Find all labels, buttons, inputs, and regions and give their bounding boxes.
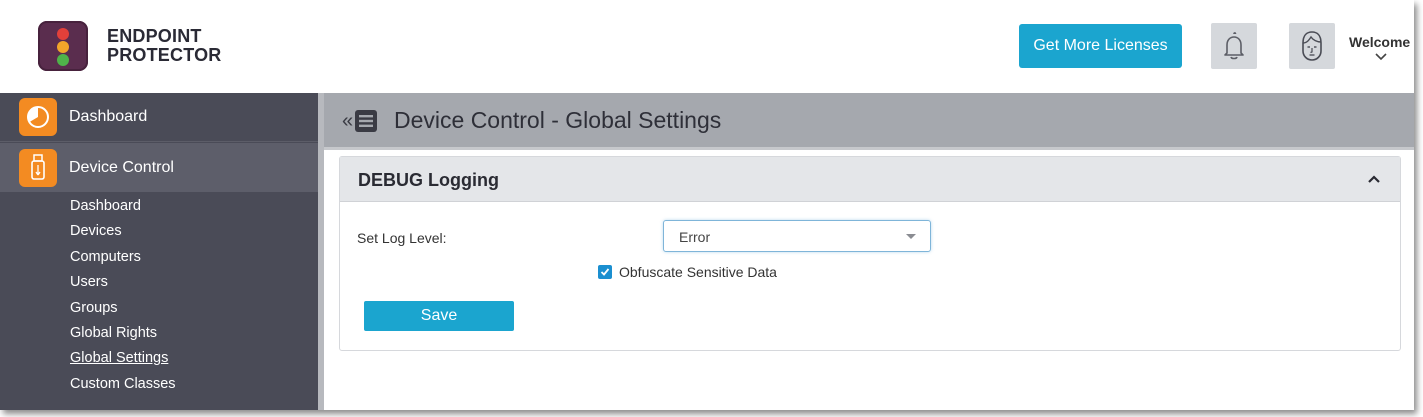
submenu-item-label: Global Rights <box>70 324 158 341</box>
logo-red-light <box>57 28 69 40</box>
obfuscate-label: Obfuscate Sensitive Data <box>619 264 777 280</box>
sidebar-item-dashboard[interactable]: Dashboard <box>0 93 318 142</box>
endpoint-protector-logo[interactable] <box>38 21 88 71</box>
submenu-item-custom-classes[interactable]: Custom Classes <box>0 372 318 397</box>
submenu-item-label: Global Settings <box>70 350 169 367</box>
device-control-submenu: Dashboard Devices Computers Users Groups… <box>0 194 318 397</box>
submenu-item-global-settings[interactable]: Global Settings <box>0 346 318 371</box>
submenu-item-groups[interactable]: Groups <box>0 296 318 321</box>
panel-title: DEBUG Logging <box>358 170 499 190</box>
save-button[interactable]: Save <box>364 301 514 331</box>
log-level-label: Set Log Level: <box>357 230 447 246</box>
submenu-item-label: Users <box>70 274 108 291</box>
log-level-value: Error <box>679 229 711 245</box>
submenu-item-global-rights[interactable]: Global Rights <box>0 321 318 346</box>
obfuscate-sensitive-data-option[interactable]: Obfuscate Sensitive Data <box>598 264 777 280</box>
chevron-down-icon[interactable] <box>1374 52 1388 62</box>
submenu-item-label: Devices <box>70 223 122 240</box>
dashboard-pie-icon <box>19 98 57 136</box>
page-title-bar: « Device Control - Global Settings <box>324 93 1414 150</box>
submenu-item-label: Computers <box>70 248 141 265</box>
sidebar-item-device-control[interactable]: Device Control <box>0 143 318 192</box>
brand-name: ENDPOINT PROTECTOR <box>107 27 221 65</box>
hamburger-menu-icon <box>355 110 378 132</box>
avatar-icon <box>1302 31 1322 61</box>
obfuscate-checkbox[interactable] <box>598 265 612 279</box>
sidebar: Dashboard Device Control Dashboard Devic… <box>0 93 318 410</box>
log-level-select[interactable]: Error <box>663 220 931 252</box>
collapse-sidebar-button[interactable]: « <box>342 109 378 133</box>
usb-drive-icon <box>19 148 57 187</box>
panel-header: DEBUG Logging <box>340 157 1400 202</box>
submenu-item-label: Custom Classes <box>70 375 176 392</box>
submenu-item-label: Dashboard <box>70 198 141 214</box>
sidebar-item-label: Device Control <box>69 158 174 176</box>
logo-green-light <box>57 54 69 66</box>
bell-icon <box>1224 32 1244 60</box>
brand-line-1: ENDPOINT <box>107 26 202 46</box>
submenu-item-users[interactable]: Users <box>0 270 318 295</box>
submenu-item-dashboard[interactable]: Dashboard <box>0 194 318 219</box>
submenu-item-devices[interactable]: Devices <box>0 219 318 244</box>
submenu-item-computers[interactable]: Computers <box>0 245 318 270</box>
header: ENDPOINT PROTECTOR Get More Licenses Wel… <box>0 0 1414 93</box>
notifications-button[interactable] <box>1211 23 1257 69</box>
brand-line-2: PROTECTOR <box>107 45 222 65</box>
checkmark-icon <box>600 268 610 276</box>
user-avatar-button[interactable] <box>1289 23 1335 69</box>
app-window: ENDPOINT PROTECTOR Get More Licenses Wel… <box>0 0 1414 410</box>
get-more-licenses-button[interactable]: Get More Licenses <box>1019 24 1182 68</box>
page-title: Device Control - Global Settings <box>394 107 722 133</box>
caret-down-icon <box>906 234 916 239</box>
submenu-item-label: Groups <box>70 299 118 316</box>
welcome-label[interactable]: Welcome <box>1349 34 1410 50</box>
logo-amber-light <box>57 41 69 53</box>
double-chevron-left-icon: « <box>342 110 354 132</box>
sidebar-item-label: Dashboard <box>69 108 148 125</box>
chevron-up-icon[interactable] <box>1366 173 1382 185</box>
